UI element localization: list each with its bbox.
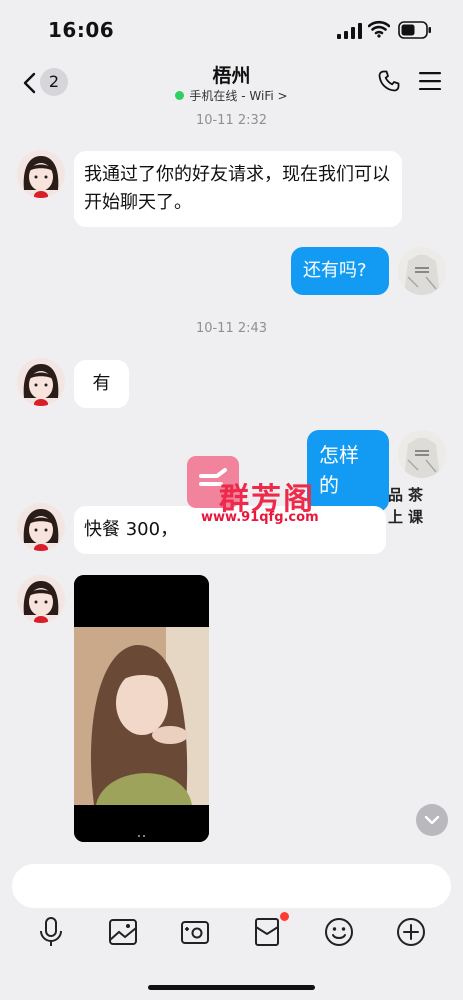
plus-icon[interactable]	[394, 915, 428, 949]
contact-avatar-image	[17, 358, 65, 406]
contact-avatar[interactable]	[17, 503, 65, 551]
message-bubble-incoming[interactable]: 有	[74, 360, 129, 408]
message-input[interactable]	[12, 864, 451, 908]
message-timestamp: 10-11 2:32	[195, 113, 268, 128]
phone-call-button[interactable]	[377, 69, 401, 93]
watermark-tag: 品茶	[388, 486, 429, 504]
online-status-text: 手机在线 - WiFi >	[189, 89, 288, 103]
notification-dot	[280, 912, 289, 921]
cellular-signal-icon	[337, 23, 362, 39]
message-timestamp: 10-11 2:43	[195, 321, 268, 336]
camera-icon[interactable]	[178, 915, 212, 949]
watermark-overlay: 群芳阁 www.91qfg.com 品茶 上课	[175, 452, 463, 552]
contact-avatar-image	[17, 150, 65, 198]
online-status-dot	[175, 91, 185, 100]
contact-avatar[interactable]	[17, 358, 65, 406]
contact-avatar[interactable]	[17, 150, 65, 198]
status-bar: 16:06	[0, 0, 463, 58]
contact-avatar-image	[17, 503, 65, 551]
battery-icon	[398, 21, 431, 39]
red-packet-icon[interactable]	[250, 915, 284, 949]
status-time: 16:06	[48, 18, 115, 42]
photo-message-image	[74, 575, 209, 842]
message-bubble-outgoing[interactable]: 还有吗?	[291, 247, 389, 295]
wifi-icon	[368, 20, 390, 38]
home-indicator[interactable]	[148, 985, 315, 990]
microphone-icon[interactable]	[34, 915, 68, 949]
contact-avatar[interactable]	[17, 575, 65, 623]
watermark-tag: 上课	[388, 508, 429, 526]
chat-header: 2 梧州 手机在线 - WiFi >	[0, 58, 463, 108]
photo-message[interactable]	[74, 575, 209, 842]
hamburger-menu-icon[interactable]	[419, 72, 441, 90]
emoji-icon[interactable]	[322, 915, 356, 949]
message-bubble-incoming[interactable]: 我通过了你的好友请求，现在我们可以开始聊天了。	[74, 151, 402, 227]
my-avatar[interactable]	[398, 247, 446, 295]
chevron-down-icon	[424, 815, 440, 825]
my-avatar-image	[398, 247, 446, 295]
watermark-url: www.91qfg.com	[201, 510, 319, 525]
image-icon[interactable]	[106, 915, 140, 949]
contact-avatar-image	[17, 575, 65, 623]
scroll-to-bottom-button[interactable]	[416, 804, 448, 836]
